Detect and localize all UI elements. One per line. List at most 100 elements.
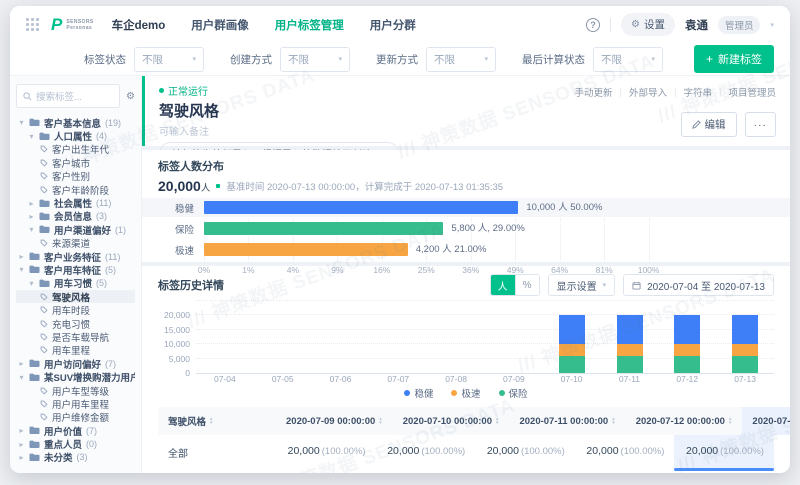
tree-folder-item[interactable]: ▸ 社会属性 (11): [16, 196, 135, 210]
stacked-bar-segment[interactable]: [674, 315, 701, 345]
stacked-bar-segment[interactable]: [558, 356, 585, 373]
tree-folder-item[interactable]: ▸ 会员信息 (3): [16, 210, 135, 223]
stacked-bar-segment[interactable]: [674, 344, 701, 357]
project-name[interactable]: 车企demo: [112, 17, 166, 33]
filter-select[interactable]: 不限 ▾: [593, 46, 663, 72]
more-button[interactable]: ···: [744, 112, 776, 137]
tree-folder-item[interactable]: ▾ 客户基本信息 (19): [16, 116, 135, 130]
chevron-right-icon[interactable]: ▸: [18, 440, 25, 449]
chevron-right-icon[interactable]: ▸: [18, 426, 25, 435]
unit-toggle-percent[interactable]: %: [514, 275, 539, 295]
bar[interactable]: [204, 201, 519, 214]
tree-leaf-item[interactable]: 驾驶风格: [16, 290, 135, 304]
chevron-right-icon[interactable]: ▸: [28, 212, 35, 221]
filter-group: 标签状态 不限 ▾: [84, 46, 204, 72]
nav-item-user-profile[interactable]: 用户群画像: [191, 17, 249, 33]
history-plot: [196, 300, 774, 374]
stacked-bar-segment[interactable]: [616, 356, 643, 373]
tree-leaf-item[interactable]: 用车时段: [16, 303, 135, 317]
filter-select[interactable]: 不限 ▾: [280, 46, 350, 72]
chevron-down-icon[interactable]: ▾: [28, 225, 35, 234]
tag-icon: [40, 387, 48, 395]
tag-meta-list: 手动更新 | 外部导入 | 字符串 | 项目管理员: [574, 86, 776, 100]
stacked-bar-segment[interactable]: [558, 315, 585, 345]
stacked-bar-segment[interactable]: [732, 344, 759, 357]
dist-bar-row: 极速 4,200 人 21.00%: [158, 243, 774, 257]
tree-settings-gear-icon[interactable]: ⚙: [126, 91, 135, 102]
nav-item-tag-management[interactable]: 用户标签管理: [275, 17, 344, 33]
chevron-down-icon[interactable]: ▾: [18, 265, 25, 274]
tree-folder-item[interactable]: ▾某SUV增换购潜力用户(3): [16, 370, 135, 384]
tree-leaf-item[interactable]: 客户年龄阶段: [16, 183, 135, 196]
help-icon[interactable]: ?: [586, 17, 600, 32]
chevron-down-icon[interactable]: ▾: [28, 279, 35, 288]
table-header-cell[interactable]: 2020-07-11 00:00:00 ▲ ▼: [509, 407, 626, 435]
tree-leaf-item[interactable]: 用户用车里程: [16, 397, 135, 411]
legend-item[interactable]: 保险: [498, 386, 528, 400]
bar-value-label: 4,200 人 21.00%: [415, 244, 487, 255]
table-header-cell[interactable]: 2020-07-09 00:00:00 ▲ ▼: [276, 407, 393, 435]
table-header-cell[interactable]: 2020-07-12 00:00:00 ▲ ▼: [625, 407, 743, 435]
tree-folder-item[interactable]: ▸ 重点人员 (0): [16, 437, 135, 451]
table-header-cell[interactable]: 2020-07-13 00:00:00▲▼: [742, 407, 790, 435]
user-name[interactable]: 袁通: [685, 17, 708, 33]
dist-rows: 稳健 10,000 人 50.00% 保险 5,800 人, 29.00% 极速 4,20…: [142, 198, 790, 257]
chevron-down-icon[interactable]: ▾: [28, 132, 35, 141]
stacked-bar-segment[interactable]: [732, 315, 759, 345]
header-buttons: 编辑 ···: [680, 112, 776, 137]
chevron-down-icon[interactable]: ▾: [770, 21, 774, 29]
unit-toggle-people[interactable]: 人: [490, 275, 515, 295]
nav-item-segments[interactable]: 用户分群: [370, 17, 416, 33]
filter-select[interactable]: 不限 ▾: [426, 46, 496, 72]
app-grid-icon[interactable]: [26, 18, 39, 31]
date-range-picker[interactable]: 2020-07-04 至 2020-07-13: [623, 274, 774, 296]
tree-folder-item[interactable]: ▾ 人口属性 (4): [16, 129, 135, 143]
stacked-bar-segment[interactable]: [616, 344, 643, 357]
history-chart: 0 5,000 10,000 15,000 20,000: [158, 300, 774, 378]
search-input[interactable]: 搜索标签...: [16, 84, 121, 108]
tree-folder-item[interactable]: ▾ 用户渠道偏好 (1): [16, 223, 135, 237]
note-input[interactable]: 可输入备注: [159, 123, 399, 138]
tree-leaf-item[interactable]: 客户性别: [16, 170, 135, 183]
tag-icon: [40, 293, 48, 301]
tree-leaf-item[interactable]: 客户出生年代: [16, 143, 135, 156]
stacked-bar-segment[interactable]: [732, 356, 759, 373]
table-header-cell[interactable]: 2020-07-10 00:00:00 ▲ ▼: [392, 407, 510, 435]
tree-leaf-item[interactable]: 客户城市: [16, 156, 135, 170]
tree-leaf-item[interactable]: 来源渠道: [16, 237, 135, 250]
tree-folder-item[interactable]: ▸ 客户业务特征 (11): [16, 250, 135, 264]
tree-folder-item[interactable]: ▾ 客户用车特征 (5): [16, 263, 135, 277]
table-header-cell[interactable]: 驾驶风格 ▲ ▼: [158, 407, 276, 435]
tree-leaf-item[interactable]: 用户维修金额: [16, 411, 135, 424]
tree-leaf-item[interactable]: 用车里程: [16, 344, 135, 357]
stacked-bar-segment[interactable]: [674, 356, 701, 373]
stacked-bar-segment[interactable]: [616, 315, 643, 345]
legend-item[interactable]: 稳健: [404, 386, 433, 400]
bar[interactable]: [204, 222, 444, 235]
tree-leaf-item[interactable]: 充电习惯: [16, 317, 135, 330]
chevron-right-icon[interactable]: ▸: [18, 359, 25, 368]
stacked-bar-segment[interactable]: [558, 344, 585, 357]
tree-folder-item[interactable]: ▾ 用车习惯 (5): [16, 277, 135, 290]
chevron-down-icon[interactable]: ▾: [18, 118, 25, 127]
tree-leaf-item[interactable]: 用户车型等级: [16, 384, 135, 397]
legend-item[interactable]: 极速: [451, 386, 481, 400]
sensors-personas-logo[interactable]: P SENSORS Personas: [51, 16, 94, 33]
new-tag-button[interactable]: + 新建标签: [693, 45, 774, 73]
chevron-down-icon[interactable]: ▾: [18, 373, 25, 382]
tree-folder-item[interactable]: ▸ 用户价值 (7): [16, 424, 135, 438]
bar[interactable]: [204, 243, 408, 256]
chevron-right-icon[interactable]: ▸: [18, 252, 25, 261]
history-controls: 人 % 显示设置 ▾ 2020-07-04 至 2020-07-13: [489, 274, 774, 296]
chevron-right-icon[interactable]: ▸: [28, 199, 35, 208]
chevron-right-icon[interactable]: ▸: [18, 453, 25, 462]
settings-button[interactable]: ⚙ 设置: [621, 13, 675, 36]
table-cell: 20,000 (100.00%): [674, 435, 774, 471]
total-count: 20,000人: [158, 178, 211, 194]
tree-leaf-item[interactable]: 是否车载导航: [16, 330, 135, 344]
tree-folder-item[interactable]: ▸ 未分类 (3): [16, 451, 135, 464]
tree-folder-item[interactable]: ▸ 用户访问偏好 (7): [16, 357, 135, 371]
edit-button[interactable]: 编辑: [680, 112, 737, 137]
filter-select[interactable]: 不限 ▾: [134, 46, 204, 72]
display-settings-dropdown[interactable]: 显示设置 ▾: [547, 274, 616, 296]
